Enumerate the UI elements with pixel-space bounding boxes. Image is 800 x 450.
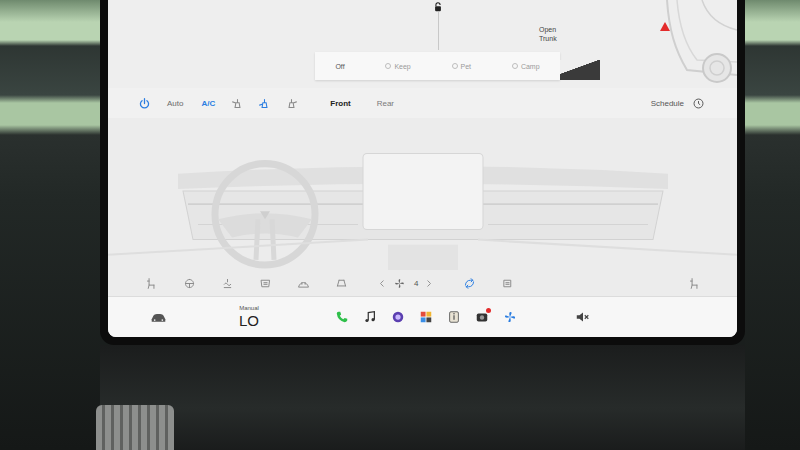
lock-column bbox=[432, 0, 444, 50]
mode-icon bbox=[452, 63, 458, 69]
touchscreen: Open Trunk Off Keep Pet Camp Auto A/C Fr… bbox=[108, 0, 737, 337]
fan-increase-icon[interactable] bbox=[426, 279, 432, 288]
fan-decrease-icon[interactable] bbox=[379, 279, 385, 288]
airflow-mode-icon[interactable] bbox=[463, 277, 476, 290]
schedule-button[interactable]: Schedule bbox=[649, 95, 707, 112]
zone-tab[interactable]: Front bbox=[328, 97, 352, 110]
airflow-icon[interactable] bbox=[258, 97, 271, 110]
keep-mode-option[interactable]: Keep bbox=[381, 61, 414, 72]
auto-button[interactable]: Auto bbox=[165, 97, 185, 110]
app-launcher bbox=[335, 310, 517, 324]
climate-control-icon[interactable] bbox=[259, 277, 272, 290]
lock-icon[interactable] bbox=[433, 2, 443, 12]
climate-controls-row: 4 bbox=[108, 270, 737, 296]
brake-pedal bbox=[96, 405, 174, 450]
mode-icon bbox=[385, 63, 391, 69]
zone-tabs: Front Rear bbox=[328, 97, 396, 110]
car-icon[interactable] bbox=[150, 312, 167, 323]
notification-badge bbox=[486, 308, 491, 313]
cabin-illustration bbox=[108, 118, 737, 270]
airflow-icon[interactable] bbox=[231, 97, 244, 110]
fan-speed-value: 4 bbox=[414, 279, 418, 288]
airflow-icon[interactable] bbox=[285, 97, 298, 110]
fan-speed-control: 4 bbox=[379, 277, 432, 290]
volume-icon[interactable] bbox=[575, 310, 591, 324]
fan-icon bbox=[393, 277, 406, 290]
climate-control-icon[interactable] bbox=[145, 277, 158, 290]
climate-control-icon[interactable] bbox=[335, 277, 348, 290]
power-icon[interactable] bbox=[138, 97, 151, 110]
music-icon bbox=[363, 310, 377, 324]
fan-icon bbox=[503, 310, 517, 324]
keep-mode-option[interactable]: Off bbox=[331, 61, 348, 72]
vehicle-panel: Open Trunk Off Keep Pet Camp bbox=[108, 0, 737, 88]
manual-icon bbox=[447, 310, 461, 324]
climate-control-icon[interactable] bbox=[221, 277, 234, 290]
window-glass-left bbox=[0, 0, 100, 450]
airflow-mode-icon[interactable] bbox=[501, 277, 514, 290]
seat-graphic bbox=[560, 60, 600, 80]
app-button[interactable] bbox=[475, 310, 489, 324]
app-button[interactable] bbox=[419, 310, 433, 324]
phone-icon bbox=[335, 310, 349, 324]
keep-mode-selector: Off Keep Pet Camp bbox=[315, 52, 560, 80]
alert-icon[interactable] bbox=[660, 22, 670, 31]
keep-mode-option[interactable]: Camp bbox=[508, 61, 544, 72]
browser-icon bbox=[391, 310, 405, 324]
climate-bar: Auto A/C Front Rear Schedule bbox=[108, 88, 737, 118]
touchscreen-bezel: Open Trunk Off Keep Pet Camp Auto A/C Fr… bbox=[100, 0, 745, 345]
cabin-rendering bbox=[108, 118, 737, 270]
divider-line bbox=[438, 12, 439, 50]
dock-bar: Manual LO bbox=[108, 296, 737, 337]
app-button[interactable] bbox=[335, 310, 349, 324]
app-button[interactable] bbox=[391, 310, 405, 324]
climate-control-icon[interactable] bbox=[297, 277, 310, 290]
clock-icon bbox=[692, 97, 705, 110]
app-button[interactable] bbox=[503, 310, 517, 324]
zone-tab[interactable]: Rear bbox=[375, 97, 396, 110]
app-button[interactable] bbox=[363, 310, 377, 324]
app-button[interactable] bbox=[447, 310, 461, 324]
apps-icon bbox=[419, 310, 433, 324]
temperature-control[interactable]: Manual LO bbox=[235, 303, 263, 331]
car-top-view-icon bbox=[657, 0, 737, 88]
ac-button[interactable]: A/C bbox=[199, 97, 217, 110]
mode-icon bbox=[512, 63, 518, 69]
center-console bbox=[100, 345, 745, 450]
open-trunk-button[interactable]: Open Trunk bbox=[539, 26, 573, 44]
window-glass-right bbox=[745, 0, 800, 450]
climate-control-icon[interactable] bbox=[183, 277, 196, 290]
keep-mode-option[interactable]: Pet bbox=[448, 61, 476, 72]
seat-heater-icon[interactable] bbox=[688, 277, 701, 290]
car-interior-photo: Open Trunk Off Keep Pet Camp Auto A/C Fr… bbox=[0, 0, 800, 450]
